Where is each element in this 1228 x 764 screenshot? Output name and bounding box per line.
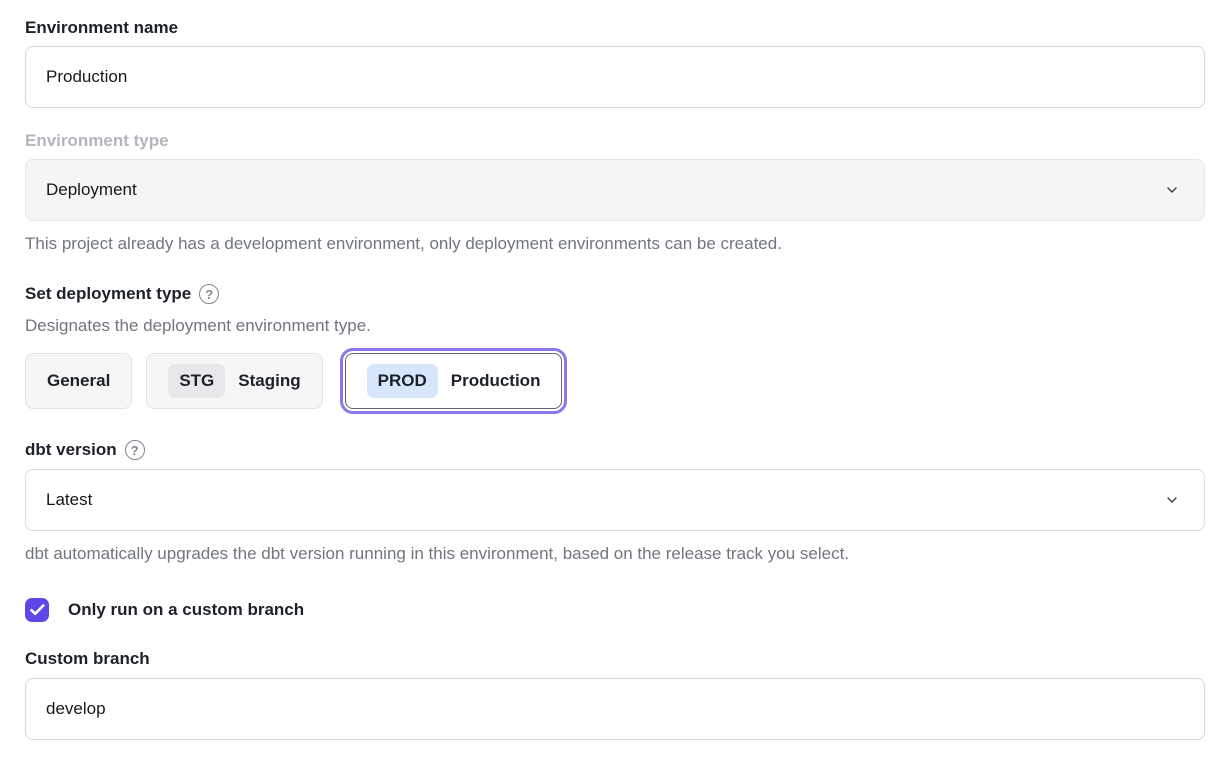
deployment-type-production-label: Production [451,371,541,391]
chevron-down-icon [1164,492,1180,508]
question-circle-icon[interactable]: ? [125,440,145,460]
deployment-type-helper: Designates the deployment environment ty… [25,315,1205,337]
environment-form: Environment name Environment type Deploy… [0,0,1228,740]
custom-branch-input[interactable] [25,678,1205,740]
environment-name-input[interactable] [25,46,1205,108]
deployment-type-label: Set deployment type [25,283,191,305]
custom-branch-label: Custom branch [25,648,1205,670]
deployment-type-staging-label: Staging [238,371,300,391]
production-badge: PROD [367,364,438,398]
chevron-down-icon [1164,182,1180,198]
dbt-version-select[interactable]: Latest [25,469,1205,531]
deployment-type-general-button[interactable]: General [25,353,132,409]
dbt-version-value: Latest [46,490,92,510]
deployment-type-options: General STG Staging PROD Production [25,353,1205,409]
deployment-type-staging-button[interactable]: STG Staging [146,353,322,409]
question-circle-icon[interactable]: ? [199,284,219,304]
environment-name-label: Environment name [25,17,1205,39]
environment-type-helper: This project already has a development e… [25,233,1205,255]
environment-type-select: Deployment [25,159,1205,221]
checkmark-icon [30,604,45,616]
dbt-version-label: dbt version [25,439,117,461]
dbt-version-helper: dbt automatically upgrades the dbt versi… [25,543,1205,565]
custom-branch-checkbox[interactable] [25,598,49,622]
environment-type-value: Deployment [46,180,137,200]
deployment-type-production-button[interactable]: PROD Production [345,353,563,409]
environment-type-label: Environment type [25,130,1205,152]
staging-badge: STG [168,364,225,398]
deployment-type-general-label: General [47,371,110,391]
custom-branch-toggle-label[interactable]: Only run on a custom branch [68,600,304,620]
